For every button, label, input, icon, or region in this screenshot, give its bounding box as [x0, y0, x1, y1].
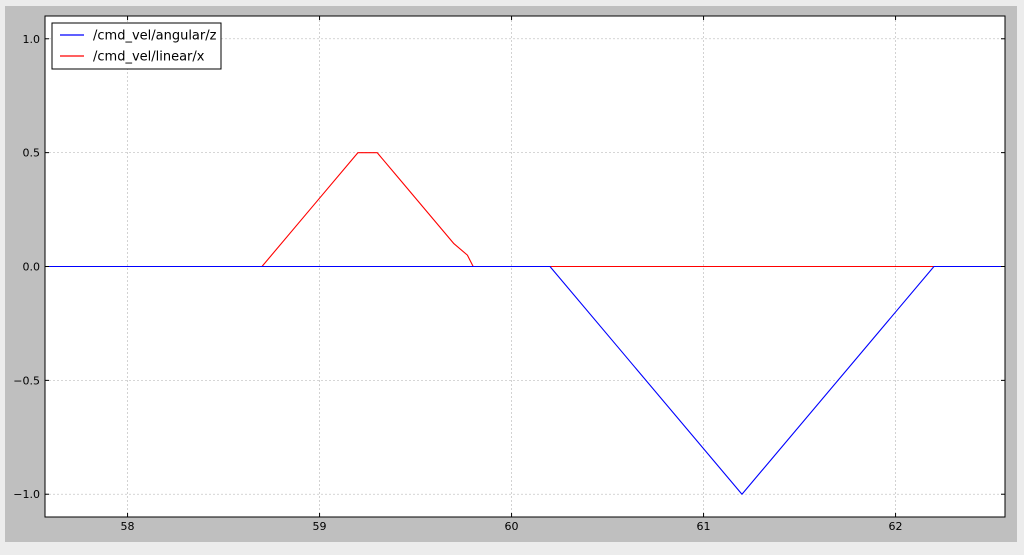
legend-label-linear-x: /cmd_vel/linear/x [93, 50, 205, 65]
y-tick-label: −0.5 [13, 374, 40, 387]
x-tick-label: 58 [121, 520, 135, 533]
x-tick-label: 61 [697, 520, 711, 533]
x-tick-label: 62 [889, 520, 903, 533]
line-chart: 58 59 60 61 62 1.0 0.5 0.0 −0.5 −1.0 /cmd_vel/ang… [13, 15, 1006, 533]
y-tick-label: 1.0 [23, 33, 41, 46]
y-tick-label: 0.5 [23, 147, 41, 160]
y-tick-label: −1.0 [13, 488, 40, 501]
plot-window: 58 59 60 61 62 1.0 0.5 0.0 −0.5 −1.0 /cmd_vel/ang… [0, 0, 1024, 555]
legend-label-angular-z: /cmd_vel/angular/z [93, 29, 217, 44]
x-tick-label: 60 [505, 520, 519, 533]
x-tick-label: 59 [313, 520, 327, 533]
y-tick-label: 0.0 [23, 261, 41, 274]
legend: /cmd_vel/angular/z /cmd_vel/linear/x [51, 22, 222, 70]
